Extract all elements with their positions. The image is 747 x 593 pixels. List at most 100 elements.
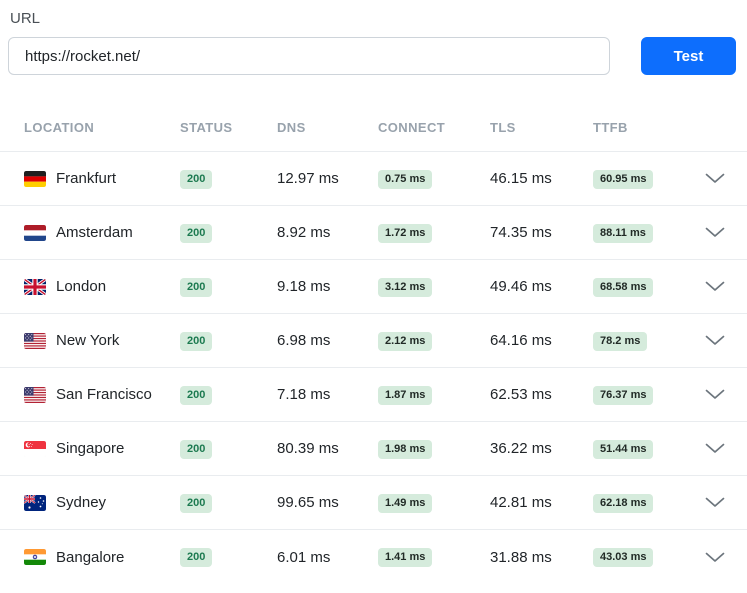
ttfb-badge: 76.37 ms bbox=[593, 385, 654, 405]
table-row: Frankfurt 200 12.97 ms 0.75 ms 46.15 ms … bbox=[0, 152, 747, 206]
column-header-location: LOCATION bbox=[24, 120, 95, 135]
dns-value: 8.92 ms bbox=[277, 224, 331, 241]
status-badge: 200 bbox=[180, 223, 213, 243]
column-header-status: STATUS bbox=[180, 120, 233, 135]
expand-cell bbox=[690, 385, 739, 404]
status-cell: 200 bbox=[180, 169, 277, 189]
column-header-dns: DNS bbox=[277, 120, 306, 135]
status-cell: 200 bbox=[180, 331, 277, 351]
chevron-down-icon bbox=[705, 389, 724, 399]
results-table: LOCATION STATUS DNS CONNECT TLS TTFB Fra… bbox=[0, 104, 747, 584]
status-cell: 200 bbox=[180, 385, 277, 405]
status-badge: 200 bbox=[180, 493, 213, 513]
status-badge: 200 bbox=[180, 169, 213, 189]
column-header-connect: CONNECT bbox=[378, 120, 446, 135]
expand-row-button[interactable] bbox=[701, 385, 729, 404]
table-row: San Francisco 200 7.18 ms 1.87 ms 62.53 … bbox=[0, 368, 747, 422]
expand-row-button[interactable] bbox=[701, 548, 729, 567]
status-badge: 200 bbox=[180, 548, 213, 567]
ttfb-cell: 76.37 ms bbox=[593, 385, 690, 405]
ttfb-badge: 60.95 ms bbox=[593, 169, 654, 189]
connect-cell: 1.41 ms bbox=[378, 547, 490, 567]
tls-value: 64.16 ms bbox=[490, 332, 552, 349]
chevron-down-icon bbox=[705, 335, 724, 345]
ttfb-cell: 88.11 ms bbox=[593, 223, 690, 243]
results-table-body: Frankfurt 200 12.97 ms 0.75 ms 46.15 ms … bbox=[0, 152, 747, 584]
location-label: San Francisco bbox=[56, 386, 152, 403]
chevron-down-icon bbox=[705, 227, 724, 237]
table-row: Amsterdam 200 8.92 ms 1.72 ms 74.35 ms 8… bbox=[0, 206, 747, 260]
chevron-down-icon bbox=[705, 173, 724, 183]
chevron-down-icon bbox=[705, 443, 724, 453]
ttfb-badge: 51.44 ms bbox=[593, 439, 654, 459]
table-header-row: LOCATION STATUS DNS CONNECT TLS TTFB bbox=[0, 104, 747, 152]
status-cell: 200 bbox=[180, 223, 277, 243]
status-badge: 200 bbox=[180, 439, 213, 459]
table-row: London 200 9.18 ms 3.12 ms 49.46 ms 68.5… bbox=[0, 260, 747, 314]
location-label: New York bbox=[56, 332, 120, 349]
dns-value: 7.18 ms bbox=[277, 386, 331, 403]
location-cell: New York bbox=[24, 332, 180, 349]
url-label: URL bbox=[10, 10, 41, 27]
connect-cell: 1.98 ms bbox=[378, 439, 490, 459]
status-cell: 200 bbox=[180, 439, 277, 459]
dns-value: 6.01 ms bbox=[277, 548, 331, 566]
tls-value: 46.15 ms bbox=[490, 170, 552, 187]
location-label: London bbox=[56, 278, 107, 295]
status-badge: 200 bbox=[180, 385, 213, 405]
ttfb-cell: 43.03 ms bbox=[593, 547, 690, 567]
url-form: Test bbox=[0, 37, 747, 75]
test-button[interactable]: Test bbox=[641, 37, 736, 75]
column-header-tls: TLS bbox=[490, 120, 516, 135]
ttfb-cell: 68.58 ms bbox=[593, 277, 690, 297]
connect-badge: 3.12 ms bbox=[378, 277, 433, 297]
connect-cell: 1.49 ms bbox=[378, 493, 490, 513]
expand-cell bbox=[690, 169, 739, 188]
location-cell: London bbox=[24, 278, 180, 295]
chevron-down-icon bbox=[705, 497, 724, 507]
ttfb-cell: 62.18 ms bbox=[593, 493, 690, 513]
status-badge: 200 bbox=[180, 277, 213, 297]
expand-row-button[interactable] bbox=[701, 223, 729, 242]
flag-icon-sg bbox=[24, 440, 46, 457]
ttfb-badge: 62.18 ms bbox=[593, 493, 654, 513]
expand-row-button[interactable] bbox=[701, 493, 729, 512]
expand-row-button[interactable] bbox=[701, 169, 729, 188]
expand-cell bbox=[690, 277, 739, 296]
connect-badge: 1.72 ms bbox=[378, 223, 433, 243]
location-cell: San Francisco bbox=[24, 386, 180, 403]
location-cell: Singapore bbox=[24, 440, 180, 457]
connect-cell: 0.75 ms bbox=[378, 169, 490, 189]
connect-cell: 1.72 ms bbox=[378, 223, 490, 243]
table-row: Singapore 200 80.39 ms 1.98 ms 36.22 ms … bbox=[0, 422, 747, 476]
connect-badge: 1.41 ms bbox=[378, 548, 433, 567]
dns-value: 99.65 ms bbox=[277, 494, 339, 511]
tls-value: 49.46 ms bbox=[490, 278, 552, 295]
location-cell: Frankfurt bbox=[24, 170, 180, 187]
dns-value: 80.39 ms bbox=[277, 440, 339, 457]
location-cell: Bangalore bbox=[24, 549, 180, 566]
location-label: Amsterdam bbox=[56, 224, 133, 241]
ttfb-badge: 43.03 ms bbox=[593, 548, 654, 567]
expand-row-button[interactable] bbox=[701, 277, 729, 296]
url-input[interactable] bbox=[8, 37, 610, 75]
connect-cell: 1.87 ms bbox=[378, 385, 490, 405]
ttfb-badge: 78.2 ms bbox=[593, 331, 648, 351]
location-label: Frankfurt bbox=[56, 170, 117, 187]
connect-badge: 1.98 ms bbox=[378, 439, 433, 459]
dns-value: 6.98 ms bbox=[277, 332, 331, 349]
chevron-down-icon bbox=[705, 552, 724, 562]
expand-row-button[interactable] bbox=[701, 331, 729, 350]
status-badge: 200 bbox=[180, 331, 213, 351]
chevron-down-icon bbox=[705, 281, 724, 291]
flag-icon-nl bbox=[24, 224, 46, 241]
flag-icon-us bbox=[24, 386, 46, 403]
expand-row-button[interactable] bbox=[701, 439, 729, 458]
tls-value: 31.88 ms bbox=[490, 548, 552, 566]
connect-badge: 1.49 ms bbox=[378, 493, 433, 513]
expand-cell bbox=[690, 493, 739, 512]
status-cell: 200 bbox=[180, 547, 277, 567]
table-row: Bangalore 200 6.01 ms 1.41 ms 31.88 ms 4… bbox=[0, 530, 747, 584]
location-cell: Amsterdam bbox=[24, 224, 180, 241]
ttfb-cell: 51.44 ms bbox=[593, 439, 690, 459]
